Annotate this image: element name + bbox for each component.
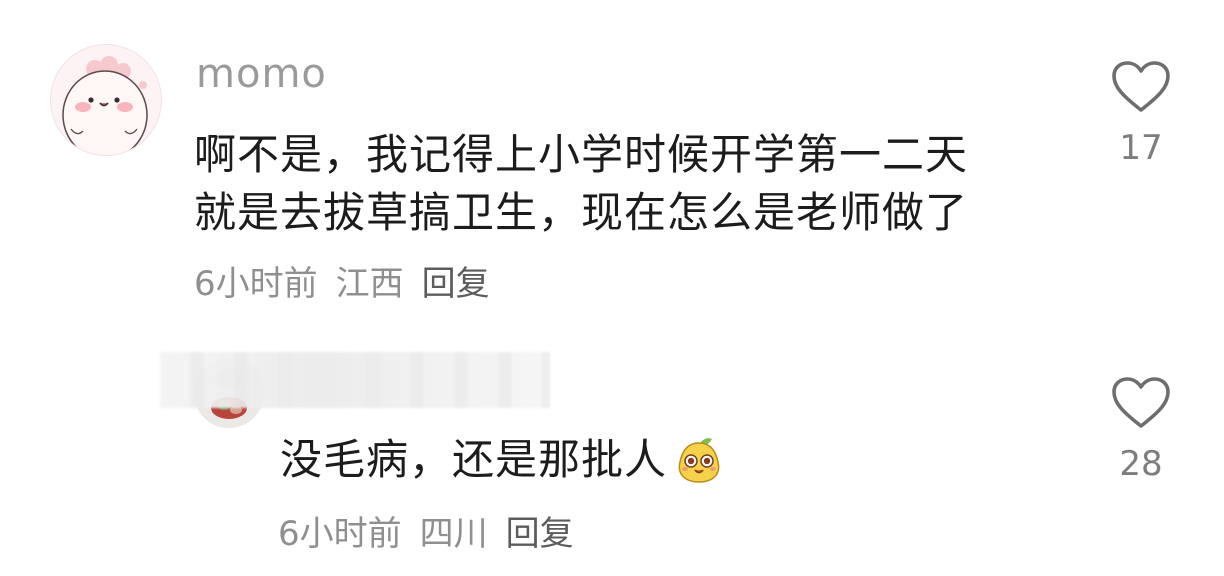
- like-button[interactable]: 17: [1101, 60, 1181, 168]
- avatar[interactable]: [50, 44, 162, 156]
- reply-time: 6小时前: [278, 514, 402, 554]
- reply-meta: 6小时前 四川 回复: [278, 514, 574, 554]
- comment-time: 6小时前: [194, 264, 318, 304]
- comment-meta: 6小时前 江西 回复: [194, 264, 490, 304]
- heart-outline-icon: [1112, 61, 1170, 112]
- comment-text-line: 就是去拔草搞卫生，现在怎么是老师做了: [194, 188, 969, 237]
- comment-text: 啊不是，我记得上小学时候开学第一二天 就是去拔草搞卫生，现在怎么是老师做了: [194, 126, 1074, 242]
- reply-text-content: 没毛病，还是那批人: [280, 435, 668, 484]
- pear-emoji-icon: [678, 438, 720, 483]
- like-count: 17: [1119, 128, 1163, 168]
- reply-button[interactable]: 回复: [422, 264, 490, 304]
- reply-button[interactable]: 回复: [506, 514, 574, 554]
- comment-username[interactable]: momo: [196, 52, 327, 96]
- comment-text-line: 啊不是，我记得上小学时候开学第一二天: [194, 130, 969, 179]
- reply-text: 没毛病，还是那批人: [280, 432, 725, 488]
- like-count: 28: [1119, 444, 1163, 484]
- comment-location: 江西: [335, 264, 404, 304]
- cartoon-avatar-icon: [62, 56, 148, 155]
- blurred-username: [160, 352, 550, 408]
- reply-location: 四川: [419, 514, 488, 554]
- like-button[interactable]: 28: [1101, 376, 1181, 484]
- heart-outline-icon: [1112, 377, 1170, 428]
